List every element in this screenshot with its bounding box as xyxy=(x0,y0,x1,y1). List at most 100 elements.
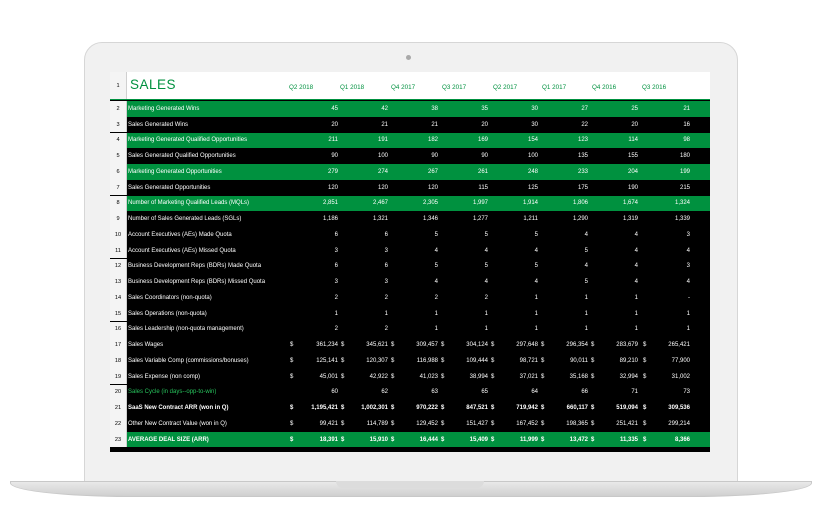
table-cell[interactable]: 125 xyxy=(498,185,538,191)
table-cell[interactable]: 20 xyxy=(298,122,338,128)
table-cell[interactable]: 135 xyxy=(548,153,588,159)
table-cell[interactable]: 1,997 xyxy=(448,200,488,206)
table-cell[interactable]: 90,011 xyxy=(548,358,588,364)
row-number[interactable]: 2 xyxy=(110,101,127,117)
table-cell[interactable]: 100 xyxy=(498,153,538,159)
table-cell[interactable]: 345,621 xyxy=(348,342,388,348)
table-cell[interactable]: 1,339 xyxy=(650,216,690,222)
table-cell[interactable]: 4 xyxy=(448,279,488,285)
table-cell[interactable]: 1 xyxy=(598,326,638,332)
table-cell[interactable]: 4 xyxy=(498,248,538,254)
table-cell[interactable]: 182 xyxy=(398,137,438,143)
row-label[interactable]: Sales Cycle (in days--opp-to-win) xyxy=(128,389,216,395)
table-cell[interactable]: 1,914 xyxy=(498,200,538,206)
row-number[interactable]: 17 xyxy=(110,337,127,353)
table-row[interactable]: 10 Account Executives (AEs) Made Quota 6 6 5… xyxy=(110,227,710,243)
table-row[interactable]: 17 Sales Wages $361,234 $345,621 $309,457 $30… xyxy=(110,337,710,353)
table-cell[interactable]: 1,186 xyxy=(298,216,338,222)
table-row[interactable]: 18 Sales Variable Comp (commissions/bonus… xyxy=(110,353,710,369)
table-cell[interactable]: 4 xyxy=(498,279,538,285)
row-label[interactable]: Sales Generated Qualified Opportunities xyxy=(128,153,236,159)
table-cell[interactable]: 18,391 xyxy=(298,437,338,443)
table-cell[interactable]: 6 xyxy=(298,232,338,238)
table-cell[interactable]: 1 xyxy=(498,326,538,332)
table-cell[interactable]: 77,900 xyxy=(650,358,690,364)
table-cell[interactable]: 42,922 xyxy=(348,374,388,380)
table-cell[interactable]: 62 xyxy=(348,389,388,395)
row-label[interactable]: Number of Sales Generated Leads (SGLs) xyxy=(128,216,241,222)
table-cell[interactable]: 65 xyxy=(448,389,488,395)
table-cell[interactable]: 1,211 xyxy=(498,216,538,222)
quarter-header[interactable]: Q3 2016 xyxy=(642,84,666,91)
table-cell[interactable]: 4 xyxy=(398,248,438,254)
table-cell[interactable]: 1 xyxy=(348,311,388,317)
row-number[interactable]: 6 xyxy=(110,164,127,180)
table-cell[interactable]: 5 xyxy=(448,232,488,238)
row-label[interactable]: Marketing Generated Wins xyxy=(128,106,199,112)
table-cell[interactable]: 248 xyxy=(498,169,538,175)
row-number[interactable]: 22 xyxy=(110,416,127,432)
table-cell[interactable]: 2 xyxy=(298,326,338,332)
table-cell[interactable]: 1 xyxy=(448,326,488,332)
table-row[interactable]: 4 Marketing Generated Qualified Opportuni… xyxy=(110,132,710,149)
row-number[interactable]: 14 xyxy=(110,290,127,306)
table-cell[interactable]: 5 xyxy=(548,248,588,254)
table-cell[interactable]: 5 xyxy=(498,263,538,269)
table-cell[interactable]: 4 xyxy=(598,279,638,285)
table-cell[interactable]: 64 xyxy=(498,389,538,395)
table-row[interactable]: 22 Other New Contract Value (won in Q) $99… xyxy=(110,416,710,432)
table-cell[interactable]: 25 xyxy=(598,106,638,112)
table-cell[interactable]: 1,346 xyxy=(398,216,438,222)
table-cell[interactable]: 90 xyxy=(298,153,338,159)
table-cell[interactable]: 109,444 xyxy=(448,358,488,364)
row-label[interactable]: AVERAGE DEAL SIZE (ARR) xyxy=(128,437,209,443)
row-label[interactable]: Sales Wages xyxy=(128,342,163,348)
row-number[interactable]: 8 xyxy=(110,195,127,212)
table-cell[interactable]: 1,002,301 xyxy=(348,405,388,411)
table-cell[interactable]: 191 xyxy=(348,137,388,143)
table-cell[interactable]: 2 xyxy=(448,295,488,301)
table-cell[interactable]: 45 xyxy=(298,106,338,112)
row-number[interactable]: 4 xyxy=(110,132,127,149)
table-row[interactable]: 15 Sales Operations (non-quota) 1 1 1 1 1 1 1 1 xyxy=(110,305,710,322)
table-cell[interactable]: 1 xyxy=(498,311,538,317)
table-cell[interactable]: 114,789 xyxy=(348,421,388,427)
table-cell[interactable]: 2,851 xyxy=(298,200,338,206)
table-cell[interactable]: 1,290 xyxy=(548,216,588,222)
row-number[interactable]: 12 xyxy=(110,258,127,275)
table-cell[interactable]: 283,679 xyxy=(598,342,638,348)
table-cell[interactable]: 297,648 xyxy=(498,342,538,348)
row-label[interactable]: Sales Coordinators (non-quota) xyxy=(128,295,212,301)
table-cell[interactable]: 296,354 xyxy=(548,342,588,348)
table-cell[interactable]: 2,467 xyxy=(348,200,388,206)
table-cell[interactable]: 90 xyxy=(398,153,438,159)
table-cell[interactable]: 22 xyxy=(548,122,588,128)
table-cell[interactable]: 1 xyxy=(398,311,438,317)
table-cell[interactable]: 73 xyxy=(650,389,690,395)
table-cell[interactable]: 129,452 xyxy=(398,421,438,427)
row-number[interactable]: 1 xyxy=(110,72,127,99)
table-cell[interactable]: 180 xyxy=(650,153,690,159)
table-cell[interactable]: 21 xyxy=(348,122,388,128)
row-label[interactable]: Sales Variable Comp (commissions/bonuses… xyxy=(128,358,249,364)
table-cell[interactable]: 30 xyxy=(498,106,538,112)
table-cell[interactable]: 3 xyxy=(298,248,338,254)
table-cell[interactable]: 71 xyxy=(598,389,638,395)
table-cell[interactable]: 4 xyxy=(448,248,488,254)
table-cell[interactable]: 1 xyxy=(548,326,588,332)
table-cell[interactable]: 299,214 xyxy=(650,421,690,427)
table-cell[interactable]: 1 xyxy=(650,326,690,332)
table-cell[interactable]: 274 xyxy=(348,169,388,175)
table-cell[interactable]: 2 xyxy=(348,326,388,332)
table-row[interactable]: 13 Business Development Reps (BDRs) Misse… xyxy=(110,274,710,290)
row-label[interactable]: SaaS New Contract ARR (won in Q) xyxy=(128,405,228,411)
row-number[interactable]: 16 xyxy=(110,321,127,338)
table-cell[interactable]: 233 xyxy=(548,169,588,175)
table-cell[interactable]: 251,421 xyxy=(598,421,638,427)
table-row[interactable]: 21 SaaS New Contract ARR (won in Q) $1,195… xyxy=(110,400,710,416)
table-cell[interactable]: 5 xyxy=(498,232,538,238)
table-cell[interactable]: 98,721 xyxy=(498,358,538,364)
row-number[interactable]: 21 xyxy=(110,400,127,416)
table-cell[interactable]: 120 xyxy=(398,185,438,191)
table-cell[interactable]: 120 xyxy=(348,185,388,191)
